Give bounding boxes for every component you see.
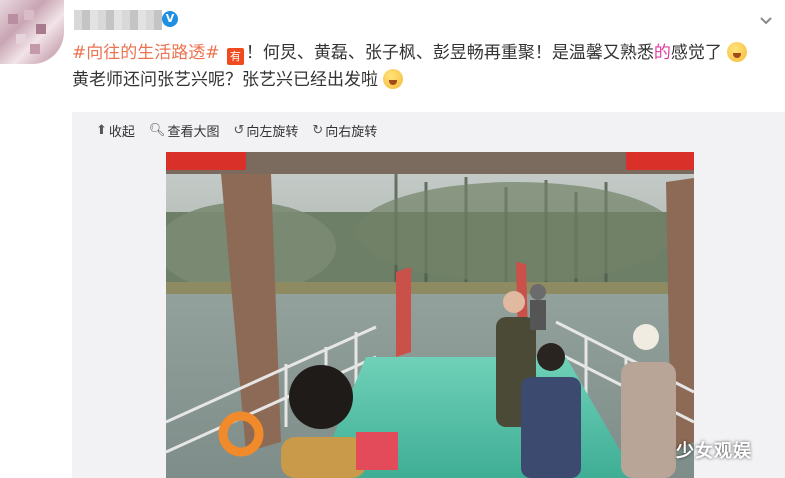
view-large-label: 查看大图 (167, 124, 220, 140)
rotate-right-button[interactable]: ↻ 向右旋转 (312, 121, 378, 140)
avatar-pixel (24, 10, 34, 20)
username-blurred[interactable] (74, 10, 162, 30)
post-text-part2: 感觉了 (670, 43, 722, 63)
shushing-face-icon (727, 42, 748, 62)
rotate-left-icon: ↺ (233, 122, 245, 138)
watermark-text: 少女观娱 (676, 441, 752, 462)
post-text-part1: ！何炅、黄磊、张子枫、彭昱畅再重聚！是温馨又熟悉 (245, 43, 654, 63)
arrow-up-icon: ⬆ (96, 122, 107, 138)
hashtag-link[interactable]: #向往的生活路透# (72, 43, 220, 63)
post-text-highlight: 的 (653, 43, 671, 63)
avatar-pixel (30, 44, 40, 54)
post-text-part3: 黄老师还问张艺兴呢？张艺兴已经出发啦 (72, 70, 378, 90)
rotate-right-icon: ↻ (312, 122, 324, 138)
post-photo[interactable] (166, 152, 694, 478)
avatar-pixel (8, 14, 18, 24)
ferry-scene-illustration (166, 152, 694, 478)
chevron-down-icon[interactable] (757, 12, 775, 30)
post-text: #向往的生活路透# 有！何炅、黄磊、张子枫、彭昱畅再重聚！是温馨又熟悉的感觉了 … (72, 40, 762, 94)
collapse-button[interactable]: ⬆ 收起 (96, 121, 135, 140)
avatar-pixel (16, 34, 26, 44)
tag-icon: 有 (226, 48, 244, 65)
rotate-left-button[interactable]: ↺ 向左旋转 (233, 121, 299, 140)
avatar-pixel (36, 24, 46, 34)
verified-badge-icon: V (162, 11, 178, 27)
view-large-button[interactable]: 🔍︎ 查看大图 (148, 121, 220, 140)
avatar[interactable] (0, 0, 64, 64)
image-toolbar: ⬆ 收起 🔍︎ 查看大图 ↺ 向左旋转 ↻ 向右旋转 (96, 121, 378, 140)
rotate-left-label: 向左旋转 (246, 124, 299, 140)
magnifier-icon: 🔍︎ (148, 122, 166, 138)
collapse-label: 收起 (108, 124, 135, 140)
rotate-right-label: 向右旋转 (325, 124, 378, 140)
laughing-face-icon (383, 69, 404, 89)
